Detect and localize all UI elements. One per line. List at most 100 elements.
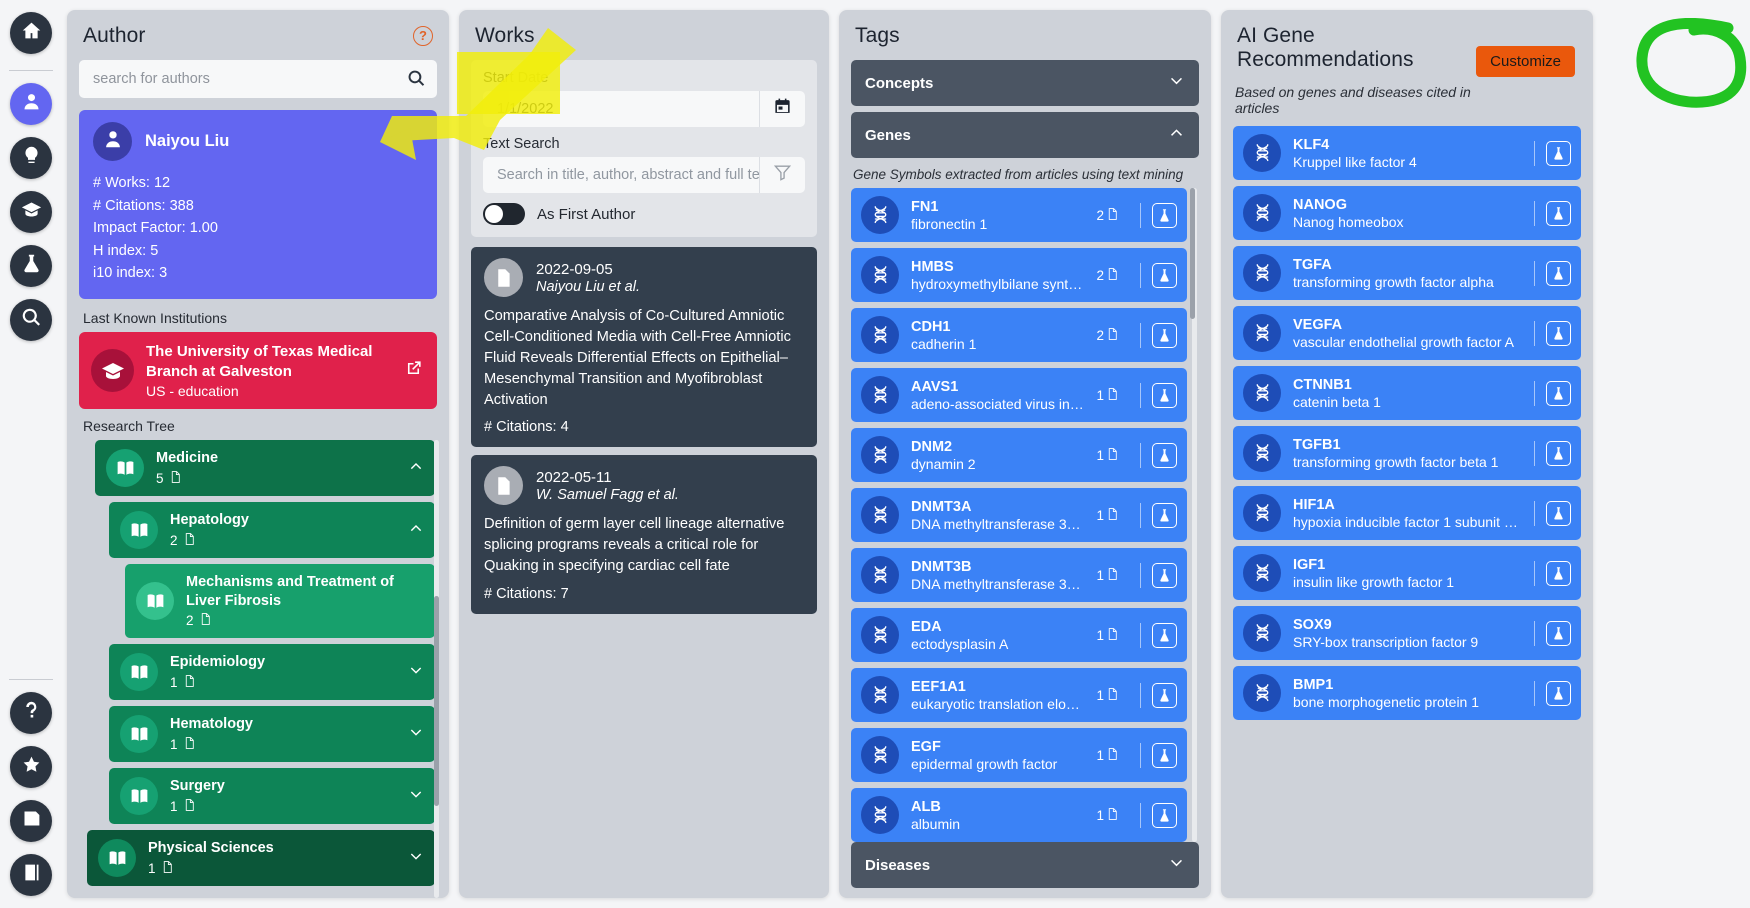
author-search-box[interactable] (79, 60, 437, 98)
gene-experiment-button[interactable] (1140, 742, 1187, 768)
gene-symbol: CDH1 (911, 318, 951, 335)
gene-tag-item[interactable]: ALB albumin 1 (851, 788, 1187, 842)
ai-gene-experiment-button[interactable] (1534, 260, 1581, 286)
gene-tag-item[interactable]: DNMT3B DNA methyltransferase 3 beta 1 (851, 548, 1187, 602)
home-icon (21, 20, 42, 46)
gene-description: ectodysplasin A (911, 635, 1009, 652)
ai-gene-experiment-button[interactable] (1534, 440, 1581, 466)
ai-gene-item[interactable]: TGFB1 transforming growth factor beta 1 (1233, 426, 1581, 480)
ai-gene-item[interactable]: BMP1 bone morphogenetic protein 1 (1233, 666, 1581, 720)
accordion-genes-label: Genes (865, 126, 911, 144)
nav-institutions[interactable] (10, 191, 52, 233)
research-tree-node[interactable]: Hematology 1 (109, 706, 435, 763)
gene-list-scrollbar-track[interactable] (1190, 188, 1197, 842)
document-icon (1106, 447, 1119, 464)
gene-tag-item[interactable]: AAVS1adeno-associated virus integra... 1 (851, 368, 1187, 422)
chevron-up-icon[interactable] (408, 458, 424, 479)
gene-experiment-button[interactable] (1140, 322, 1187, 348)
gene-tag-item[interactable]: EGF epidermal growth factor 1 (851, 728, 1187, 782)
gene-tag-item[interactable]: HMBS hydroxymethylbilane synthase 2 (851, 248, 1187, 302)
work-card[interactable]: 2022-05-11 W. Samuel Fagg et al. Definitio… (471, 455, 817, 614)
gene-tag-item[interactable]: CDH1 cadherin 1 2 (851, 308, 1187, 362)
document-icon (183, 798, 196, 815)
ai-gene-symbol: IGF1 (1293, 556, 1326, 573)
nav-save[interactable] (10, 800, 52, 842)
gene-tag-item[interactable]: DNM2 dynamin 2 1 (851, 428, 1187, 482)
gene-list-scrollbar-thumb[interactable] (1190, 188, 1195, 319)
author-card[interactable]: Naiyou Liu # Works: 12 # Citations: 388 … (79, 110, 437, 300)
chevron-down-icon[interactable] (408, 724, 424, 745)
gene-experiment-button[interactable] (1140, 382, 1187, 408)
filter-button[interactable] (759, 157, 805, 193)
research-tree-node[interactable]: Surgery 1 (109, 768, 435, 825)
research-tree-node[interactable]: Medicine 5 (95, 440, 435, 497)
nav-help[interactable] (10, 692, 52, 734)
search-icon[interactable] (407, 69, 427, 89)
ai-gene-item[interactable]: NANOG Nanog homeobox (1233, 186, 1581, 240)
gene-experiment-button[interactable] (1140, 202, 1187, 228)
research-tree-node[interactable]: Mechanisms and Treatment of Liver Fibros… (125, 564, 435, 639)
gene-experiment-button[interactable] (1140, 502, 1187, 528)
help-icon[interactable]: ? (413, 26, 433, 46)
gene-experiment-button[interactable] (1140, 562, 1187, 588)
gene-experiment-button[interactable] (1140, 802, 1187, 828)
ai-gene-item[interactable]: IGF1 insulin like growth factor 1 (1233, 546, 1581, 600)
research-tree-node[interactable]: Epidemiology 1 (109, 644, 435, 701)
gene-experiment-button[interactable] (1140, 262, 1187, 288)
ai-gene-experiment-button[interactable] (1534, 380, 1581, 406)
nav-author[interactable] (10, 83, 52, 125)
ai-gene-item[interactable]: SOX9 SRY-box transcription factor 9 (1233, 606, 1581, 660)
text-search-input[interactable] (497, 167, 759, 183)
start-date-input[interactable]: 1/1/2022 (483, 91, 759, 127)
ai-gene-experiment-button[interactable] (1534, 500, 1581, 526)
chevron-down-icon[interactable] (408, 662, 424, 683)
nav-concepts[interactable] (10, 137, 52, 179)
author-search-input[interactable] (93, 71, 407, 87)
chevron-down-icon[interactable] (408, 848, 424, 869)
research-tree-node[interactable]: Physical Sciences 1 (87, 830, 435, 887)
nav-experiments[interactable] (10, 245, 52, 287)
gene-tag-item[interactable]: DNMT3ADNA methyltransferase 3 alpha 1 (851, 488, 1187, 542)
gene-tag-item[interactable]: FN1 fibronectin 1 2 (851, 188, 1187, 242)
accordion-diseases[interactable]: Diseases (851, 842, 1199, 888)
nav-search[interactable] (10, 299, 52, 341)
research-tree-node-count: 2 (170, 532, 396, 549)
gene-tag-item[interactable]: EDA ectodysplasin A 1 (851, 608, 1187, 662)
work-citations: # Citations: 4 (484, 419, 569, 436)
gene-article-count: 1 (1096, 747, 1128, 764)
accordion-concepts[interactable]: Concepts (851, 60, 1199, 106)
ai-gene-item[interactable]: TGFA transforming growth factor alpha (1233, 246, 1581, 300)
ai-gene-experiment-button[interactable] (1534, 620, 1581, 646)
work-card[interactable]: 2022-09-05 Naiyou Liu et al. Comparative A… (471, 247, 817, 448)
ai-gene-experiment-button[interactable] (1534, 200, 1581, 226)
nav-exit[interactable] (10, 854, 52, 896)
nav-favorites[interactable] (10, 746, 52, 788)
ai-gene-experiment-button[interactable] (1534, 560, 1581, 586)
gene-experiment-button[interactable] (1140, 442, 1187, 468)
first-author-toggle[interactable] (483, 203, 525, 225)
chevron-down-icon[interactable] (408, 786, 424, 807)
chevron-up-icon[interactable] (408, 520, 424, 541)
research-tree-scrollbar-thumb[interactable] (434, 595, 439, 807)
research-tree-node[interactable]: Hepatology 2 (109, 502, 435, 559)
external-link-icon[interactable] (404, 359, 423, 383)
gene-experiment-button[interactable] (1140, 682, 1187, 708)
institution-card[interactable]: The University of Texas Medical Branch a… (79, 332, 437, 410)
calendar-button[interactable] (759, 91, 805, 127)
ai-gene-item[interactable]: KLF4 Kruppel like factor 4 (1233, 126, 1581, 180)
nav-home[interactable] (10, 12, 52, 54)
research-tree-scrollbar-track[interactable] (434, 440, 439, 898)
text-search-box[interactable] (483, 157, 759, 193)
ai-gene-experiment-button[interactable] (1534, 680, 1581, 706)
accordion-genes[interactable]: Genes (851, 112, 1199, 158)
gene-tag-item[interactable]: EEF1A1eukaryotic translation elongati...… (851, 668, 1187, 722)
ai-gene-experiment-button[interactable] (1534, 140, 1581, 166)
ai-gene-item[interactable]: CTNNB1 catenin beta 1 (1233, 366, 1581, 420)
gene-experiment-button[interactable] (1140, 622, 1187, 648)
gene-article-count: 1 (1096, 507, 1128, 524)
ai-gene-item[interactable]: VEGFA vascular endothelial growth factor … (1233, 306, 1581, 360)
ai-gene-experiment-button[interactable] (1534, 320, 1581, 346)
ai-gene-item[interactable]: HIF1A hypoxia inducible factor 1 subunit … (1233, 486, 1581, 540)
dna-icon (1243, 194, 1281, 232)
customize-button[interactable]: Customize (1476, 46, 1575, 77)
